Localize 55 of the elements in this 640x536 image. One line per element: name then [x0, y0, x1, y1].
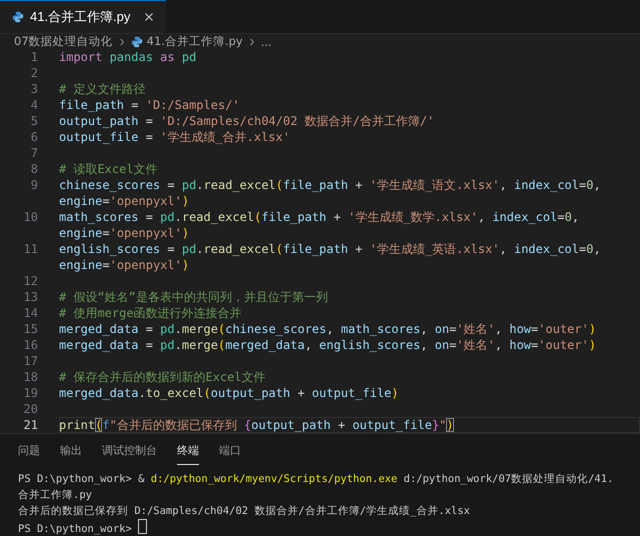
- line-number: 10: [22, 209, 38, 226]
- line-number: 5: [30, 113, 38, 129]
- code-line: import pandas as pd: [59, 49, 198, 65]
- line-number: 15: [22, 321, 38, 337]
- code-line: print(f"合并后的数据已保存到 {output_path + output_file}"): [59, 417, 455, 433]
- file-tab[interactable]: 41.合并工作簿.py: [0, 0, 166, 33]
- panel-tab[interactable]: 输出: [60, 443, 82, 465]
- code-line: merged_data.to_excel(output_path + output_file): [59, 385, 400, 401]
- line-number: 11: [22, 241, 38, 258]
- line-number: 14: [22, 305, 38, 321]
- code-line: output_file = '学生成绩_合并.xlsx': [59, 129, 291, 145]
- line-number: 13: [22, 289, 38, 305]
- breadcrumb-item[interactable]: 07数据处理自动化: [14, 34, 113, 49]
- code-line: english_scores = pd.read_excel(file_path + '学生成绩_英语.xlsx', index_col=0,: [59, 241, 602, 257]
- line-number: 18: [22, 369, 38, 385]
- code-line: engine='openpyxl'): [59, 193, 190, 209]
- terminal-line: 合并后的数据已保存到 D:/Samples/ch04/02 数据合并/合并工作簿/学生成绩_合并.xlsx: [18, 505, 470, 517]
- code-line: # 假设“姓名”是各表中的共同列，并且位于第一列: [59, 289, 329, 305]
- breadcrumb-item[interactable]: ...: [260, 34, 272, 48]
- code-line: merged_data = pd.merge(merged_data, english_scores, on='姓名', how='outer'): [59, 337, 598, 353]
- line-number: 19: [22, 385, 38, 401]
- terminal-line: PS D:\python_work> & d:/python_work/myenv/Scripts/python.exe d:/python_work/07数据处理自动化/41.: [18, 473, 614, 485]
- code-line: engine='openpyxl'): [59, 225, 190, 241]
- line-number: 9: [30, 177, 38, 194]
- code-line: output_path = 'D:/Samples/ch04/02 数据合并/合并工作簿/': [59, 113, 436, 129]
- code-line: engine='openpyxl'): [59, 257, 190, 273]
- line-number: 6: [30, 129, 38, 145]
- line-number: 12: [22, 273, 38, 289]
- code-line: merged_data = pd.merge(chinese_scores, math_scores, on='姓名', how='outer'): [59, 321, 598, 337]
- line-number: 3: [30, 81, 38, 97]
- line-number: 21: [22, 417, 38, 433]
- code-line: # 读取Excel文件: [59, 161, 159, 177]
- terminal-line: 合并工作簿.py: [18, 489, 92, 501]
- line-number: 17: [22, 353, 38, 369]
- panel-tab[interactable]: 调试控制台: [102, 443, 157, 465]
- python-file-icon: [130, 36, 143, 48]
- terminal-line: PS D:\python_work>: [18, 523, 133, 535]
- code-line: # 定义文件路径: [59, 81, 146, 97]
- code-line: chinese_scores = pd.read_excel(file_path + '学生成绩_语文.xlsx', index_col=0,: [59, 177, 602, 193]
- line-number: 8: [30, 161, 38, 177]
- breadcrumb-item[interactable]: 41.合并工作簿.py: [146, 34, 243, 49]
- line-number: 4: [30, 97, 38, 113]
- code-line: math_scores = pd.read_excel(file_path + '学生成绩_数学.xlsx', index_col=0,: [59, 209, 580, 225]
- code-line: file_path = 'D:/Samples/': [59, 97, 241, 113]
- line-number: 1: [30, 49, 38, 65]
- line-number: 7: [30, 145, 38, 161]
- panel-tab[interactable]: 问题: [18, 443, 40, 465]
- panel-tab[interactable]: 端口: [219, 443, 241, 465]
- line-number: 16: [22, 337, 38, 353]
- panel-tab[interactable]: 终端: [177, 443, 199, 465]
- line-number: 20: [22, 401, 38, 417]
- code-line: # 保存合并后的数据到新的Excel文件: [59, 369, 267, 385]
- code-line: # 使用merge函数进行外连接合并: [59, 305, 243, 321]
- line-number: 2: [30, 65, 38, 81]
- python-file-icon: [12, 11, 24, 23]
